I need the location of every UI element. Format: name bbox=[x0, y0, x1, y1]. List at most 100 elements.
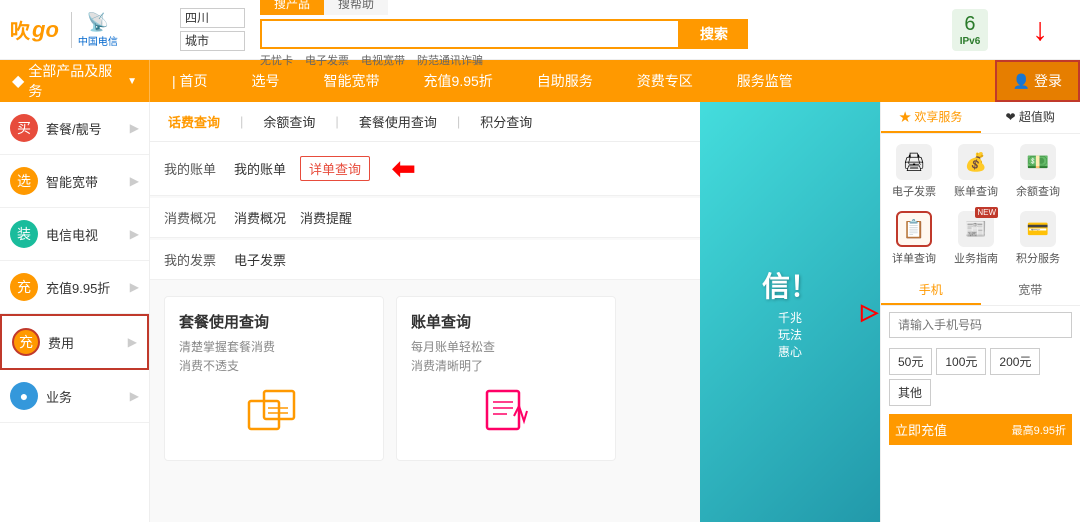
nav-home[interactable]: | 首页 bbox=[150, 60, 230, 102]
link-xiaofeigaikuang[interactable]: 消费概况 bbox=[234, 208, 286, 227]
search-tabs: 搜产品 搜帮助 bbox=[260, 0, 920, 15]
search-button[interactable]: 搜索 bbox=[680, 19, 748, 49]
card2-desc: 每月账单轻松查消费清晰明了 bbox=[411, 338, 601, 376]
sidebar-item-yewu[interactable]: ● 业务 ▶ bbox=[0, 370, 149, 423]
province-select[interactable]: 四川 bbox=[180, 8, 245, 28]
nav-kuandai[interactable]: 智能宽带 bbox=[302, 60, 402, 102]
sidebar-item-chongzhi[interactable]: 充 充值9.95折 ▶ bbox=[0, 261, 149, 314]
device-tab-phone[interactable]: 手机 bbox=[881, 276, 981, 305]
card-zhangdanchayu: 账单查询 每月账单轻松查消费清晰明了 bbox=[396, 296, 616, 461]
quick-services-grid: 🖨 电子发票 💰 账单查询 💵 余额查询 📋 详单查询 📰 NEW bbox=[881, 134, 1080, 276]
sidebar-item-feiyong[interactable]: 充 费用 ▶ bbox=[0, 314, 149, 370]
qs-icon-zhangdan: 💰 bbox=[958, 144, 994, 180]
device-tab-broadband[interactable]: 宽带 bbox=[981, 276, 1080, 305]
down-arrow-icon: ↓ bbox=[1032, 11, 1048, 48]
qs-zhangdanchayu[interactable]: 💰 账单查询 bbox=[947, 140, 1005, 203]
tab-huafei-label: 话费查询 bbox=[164, 110, 224, 133]
sidebar-icon-chongzhi: 充 bbox=[10, 273, 38, 301]
qs-xiangdanchayu[interactable]: 📋 详单查询 bbox=[885, 207, 943, 270]
link-wodezhangdanitem[interactable]: 我的账单 bbox=[234, 159, 286, 178]
top-bar: 吹 go 📡 中国电信 四川 城市 搜产品 搜帮助 搜索 无忧卡 电子发票 电视… bbox=[0, 0, 1080, 60]
fapiao-links: 电子发票 bbox=[234, 250, 286, 269]
wodezhangdan-row: 我的账单 我的账单 详单查询 ⬅ bbox=[150, 142, 700, 196]
chuigo-logo: 吹 go bbox=[10, 15, 59, 44]
link-xiaofeitixing[interactable]: 消费提醒 bbox=[300, 208, 352, 227]
sidebar-label-dianshi: 电信电视 bbox=[46, 225, 130, 244]
cards-area: 套餐使用查询 清楚掌握套餐消费消费不透支 账单 bbox=[150, 282, 700, 475]
right-arrow-annotation: ▷ bbox=[861, 299, 878, 325]
sidebar-icon-kuandai: 选 bbox=[10, 167, 38, 195]
qs-icon-jifen: 💳 bbox=[1020, 211, 1056, 247]
city-select[interactable]: 城市 bbox=[180, 31, 245, 51]
nav-login-button[interactable]: 👤 登录 bbox=[995, 60, 1080, 102]
all-products-label: 全部产品及服务 bbox=[28, 61, 123, 101]
location-area: 四川 城市 bbox=[180, 8, 250, 51]
qs-label-xiangdan: 详单查询 bbox=[892, 250, 936, 266]
nav-zifei[interactable]: 资费专区 bbox=[615, 60, 715, 102]
sidebar-item-zhihuikuandai[interactable]: 选 智能宽带 ▶ bbox=[0, 155, 149, 208]
amount-other[interactable]: 其他 bbox=[889, 379, 931, 406]
sidebar-item-dianxindianshi[interactable]: 装 电信电视 ▶ bbox=[0, 208, 149, 261]
tab-chaozhi-gou[interactable]: ❤ 超值购 bbox=[981, 102, 1080, 133]
charge-label: 立即充值 bbox=[895, 420, 947, 439]
card2-title: 账单查询 bbox=[411, 311, 601, 332]
amount-50[interactable]: 50元 bbox=[889, 348, 932, 375]
tab-yuechaqun[interactable]: 余额查询 bbox=[259, 110, 319, 133]
telecom-logo: 📡 中国电信 bbox=[71, 12, 118, 48]
sidebar-item-taocanlianghao[interactable]: 买 套餐/靓号 ▶ bbox=[0, 102, 149, 155]
qs-dianzifapiao[interactable]: 🖨 电子发票 bbox=[885, 140, 943, 203]
sidebar-label-taocan: 套餐/靓号 bbox=[46, 119, 130, 138]
tab-taocanchayu[interactable]: 套餐使用查询 bbox=[355, 110, 441, 133]
card1-icon bbox=[244, 386, 304, 446]
person-icon: 👤 bbox=[1013, 73, 1030, 90]
nav-items: | 首页 选号 智能宽带 充值9.95折 自助服务 资费专区 服务监管 bbox=[150, 60, 995, 102]
ipv6-icon: 6 bbox=[964, 13, 975, 36]
sidebar-icon-taocan: 买 bbox=[10, 114, 38, 142]
ipv6-text: IPv6 bbox=[960, 36, 981, 47]
sidebar-icon-fei: 充 bbox=[12, 328, 40, 356]
sidebar-arrow-6: ▶ bbox=[130, 389, 139, 403]
search-tab-help[interactable]: 搜帮助 bbox=[324, 0, 388, 15]
nav-all-products[interactable]: ◆ 全部产品及服务 ▼ bbox=[0, 60, 150, 102]
charge-discount: 最高9.95折 bbox=[1012, 422, 1066, 438]
nav-xuanhao[interactable]: 选号 bbox=[230, 60, 302, 102]
search-tab-products[interactable]: 搜产品 bbox=[260, 0, 324, 15]
qs-label-fapiao: 电子发票 bbox=[892, 183, 936, 199]
tab-huanxing-fuwu[interactable]: ★ 欢享服务 bbox=[881, 102, 981, 133]
nav-zizhu[interactable]: 自助服务 bbox=[515, 60, 615, 102]
right-panel-tabs: ★ 欢享服务 ❤ 超值购 bbox=[881, 102, 1080, 134]
qs-yewuzhihin[interactable]: 📰 NEW 业务指南 bbox=[947, 207, 1005, 270]
ipv6-area: 6 IPv6 bbox=[930, 9, 1010, 51]
amount-200[interactable]: 200元 bbox=[990, 348, 1040, 375]
amount-100[interactable]: 100元 bbox=[936, 348, 986, 375]
card2-icon-area bbox=[411, 386, 601, 436]
xiaofei-row: 消费概况 消费概况 消费提醒 bbox=[150, 198, 700, 238]
link-xiangdanchayu[interactable]: 详单查询 bbox=[300, 156, 370, 181]
nav-chongzhi[interactable]: 充值9.95折 bbox=[402, 60, 515, 102]
sidebar-arrow-5: ▶ bbox=[128, 335, 137, 349]
card2-svg bbox=[479, 386, 534, 436]
qs-jifenfuwu[interactable]: 💳 积分服务 bbox=[1009, 207, 1067, 270]
qs-icon-xiangdan: 📋 bbox=[896, 211, 932, 247]
nav-fuwu[interactable]: 服务监管 bbox=[715, 60, 815, 102]
link-dianzifapiao[interactable]: 电子发票 bbox=[234, 250, 286, 269]
diamond-icon: ◆ bbox=[12, 71, 24, 91]
card1-icon-area bbox=[179, 386, 369, 446]
left-sidebar: 买 套餐/靓号 ▶ 选 智能宽带 ▶ 装 电信电视 ▶ 充 充值9.95折 ▶ … bbox=[0, 102, 150, 522]
huafei-tabs: 话费查询 | 余额查询 | 套餐使用查询 | 积分查询 bbox=[150, 102, 700, 142]
banner-text: 信！ bbox=[762, 265, 818, 305]
star-icon: ★ bbox=[899, 110, 911, 124]
card1-desc: 清楚掌握套餐消费消费不透支 bbox=[179, 338, 369, 376]
banner-sub2: 玩法 bbox=[778, 326, 802, 343]
search-input[interactable] bbox=[260, 19, 680, 49]
card1-title: 套餐使用查询 bbox=[179, 311, 369, 332]
banner-area: 信！ 千兆 玩法 惠心 ▷ bbox=[700, 102, 880, 522]
search-area: 搜产品 搜帮助 搜索 无忧卡 电子发票 电视宽带 防范通讯诈骗 bbox=[250, 0, 930, 68]
qs-yuechayu[interactable]: 💵 余额查询 bbox=[1009, 140, 1067, 203]
phone-input[interactable] bbox=[889, 312, 1072, 338]
sidebar-icon-dianshi: 装 bbox=[10, 220, 38, 248]
charge-button[interactable]: 立即充值 最高9.95折 bbox=[889, 414, 1072, 445]
tab-jifenchayu[interactable]: 积分查询 bbox=[476, 110, 536, 133]
new-badge: NEW bbox=[975, 207, 998, 218]
ipv6-badge: 6 IPv6 bbox=[952, 9, 989, 51]
